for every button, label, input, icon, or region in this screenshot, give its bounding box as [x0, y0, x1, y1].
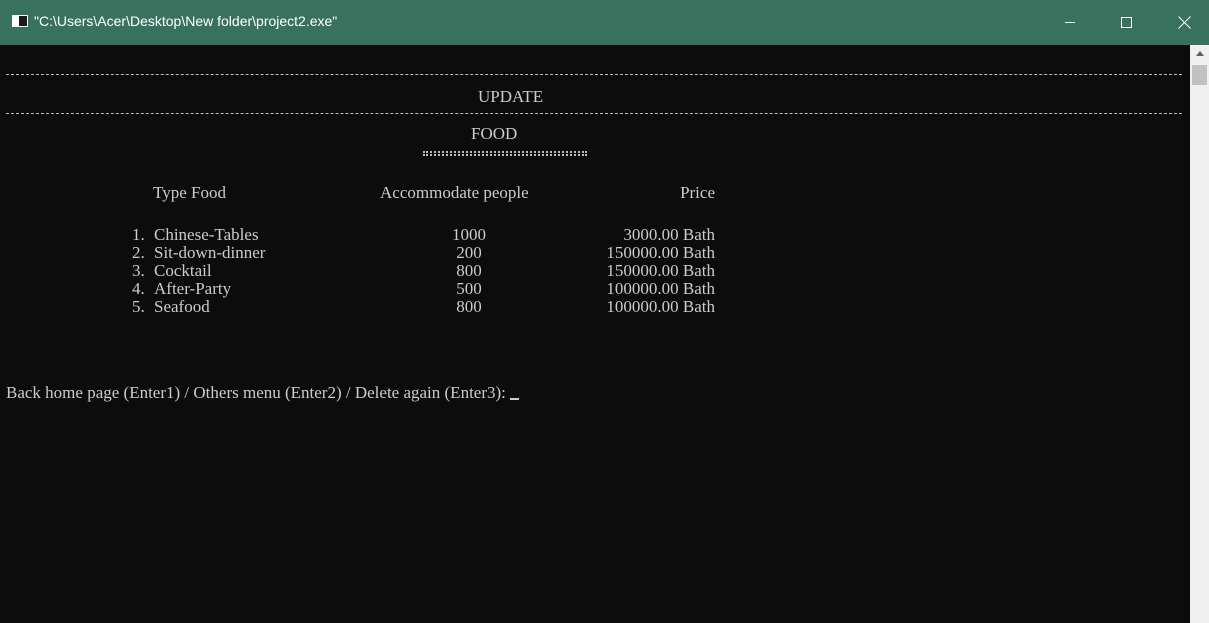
price: 150000.00 Bath	[606, 261, 715, 280]
minimize-button[interactable]	[1047, 0, 1093, 45]
minimize-icon	[1065, 22, 1075, 23]
close-button[interactable]	[1159, 0, 1209, 45]
maximize-icon	[1120, 17, 1132, 28]
dashed-divider-top	[6, 74, 1182, 75]
title-bar[interactable]: "C:\Users\Acer\Desktop\New folder\projec…	[0, 0, 1209, 45]
price: 150000.00 Bath	[606, 243, 715, 262]
row-number: 4.	[132, 279, 145, 298]
input-prompt[interactable]: Back home page (Enter1) / Others menu (E…	[6, 384, 519, 402]
food-type: After-Party	[154, 279, 232, 298]
row-number: 3.	[132, 261, 145, 280]
food-type: Seafood	[154, 297, 210, 316]
column-header-accommodate: Accommodate people	[380, 183, 529, 202]
console-app-icon[interactable]	[12, 15, 28, 27]
close-icon	[1178, 16, 1191, 29]
double-underline-second	[423, 154, 587, 156]
row-number: 5.	[132, 297, 145, 316]
food-type: Sit-down-dinner	[154, 243, 266, 262]
price: 100000.00 Bath	[606, 297, 715, 316]
capacity: 800	[456, 297, 482, 316]
double-underline	[423, 151, 587, 153]
price: 3000.00 Bath	[623, 225, 715, 244]
column-header-type: Type Food	[153, 183, 226, 202]
row-number: 2.	[132, 243, 145, 262]
capacity: 800	[456, 261, 482, 280]
text-cursor	[509, 398, 519, 400]
prompt-text: Back home page (Enter1) / Others menu (E…	[6, 383, 506, 402]
column-header-price: Price	[680, 183, 715, 202]
vertical-scrollbar[interactable]	[1190, 45, 1209, 623]
table-row: 3. Cocktail 800 150000.00 Bath	[0, 261, 1190, 280]
table-row: 5. Seafood 800 100000.00 Bath	[0, 297, 1190, 316]
dashed-divider-bottom	[6, 113, 1182, 114]
chevron-up-icon	[1195, 51, 1204, 56]
section-title: UPDATE	[478, 87, 544, 106]
window-title: "C:\Users\Acer\Desktop\New folder\projec…	[34, 13, 338, 29]
console-output[interactable]: UPDATE FOOD Type Food Accommodate people…	[0, 45, 1190, 623]
table-row: 2. Sit-down-dinner 200 150000.00 Bath	[0, 243, 1190, 262]
maximize-button[interactable]	[1103, 0, 1149, 45]
table-row: 1. Chinese-Tables 1000 3000.00 Bath	[0, 225, 1190, 244]
food-type: Cocktail	[154, 261, 212, 280]
console-window: "C:\Users\Acer\Desktop\New folder\projec…	[0, 0, 1209, 623]
food-type: Chinese-Tables	[154, 225, 259, 244]
scroll-up-button[interactable]	[1190, 45, 1209, 62]
capacity: 1000	[452, 225, 486, 244]
capacity: 500	[456, 279, 482, 298]
subtitle: FOOD	[471, 124, 518, 143]
capacity: 200	[456, 243, 482, 262]
row-number: 1.	[132, 225, 145, 244]
table-row: 4. After-Party 500 100000.00 Bath	[0, 279, 1190, 298]
scroll-thumb[interactable]	[1192, 65, 1207, 85]
price: 100000.00 Bath	[606, 279, 715, 298]
